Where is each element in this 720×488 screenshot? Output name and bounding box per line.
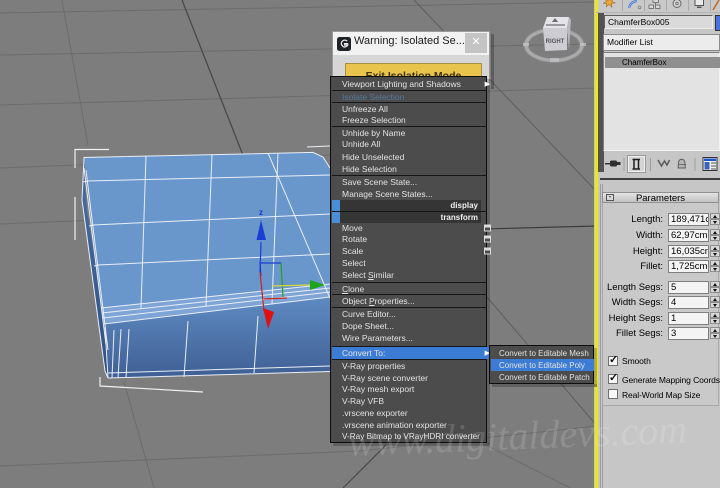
svg-text:z: z — [259, 208, 263, 217]
svg-text:RIGHT: RIGHT — [546, 39, 565, 45]
